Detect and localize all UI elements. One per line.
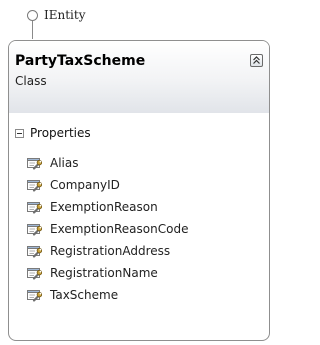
class-header[interactable]: PartyTaxScheme Class bbox=[9, 41, 269, 113]
property-wrench-icon bbox=[27, 290, 42, 302]
property-item[interactable]: RegistrationAddress bbox=[26, 240, 188, 262]
property-name: CompanyID bbox=[50, 178, 120, 192]
interface-circle bbox=[27, 10, 38, 21]
minus-box-icon[interactable] bbox=[15, 128, 24, 138]
property-wrench-icon bbox=[27, 180, 42, 192]
property-wrench-icon bbox=[27, 158, 42, 170]
property-name: TaxScheme bbox=[50, 288, 119, 302]
interface-label: IEntity bbox=[44, 8, 86, 22]
property-item[interactable]: CompanyID bbox=[26, 174, 188, 196]
class-name: PartyTaxScheme bbox=[15, 53, 146, 69]
property-name: RegistrationAddress bbox=[50, 244, 171, 258]
interface-connector-line bbox=[32, 21, 33, 39]
property-wrench-icon bbox=[27, 224, 42, 236]
property-name: ExemptionReason bbox=[50, 200, 158, 214]
property-item[interactable]: TaxScheme bbox=[26, 284, 188, 306]
property-item[interactable]: ExemptionReason bbox=[26, 196, 188, 218]
property-wrench-icon bbox=[27, 268, 42, 280]
property-name: RegistrationName bbox=[50, 266, 158, 280]
property-wrench-icon bbox=[27, 246, 42, 258]
property-name: ExemptionReasonCode bbox=[50, 222, 189, 236]
properties-list: Alias CompanyID ExemptionReason Exemptio… bbox=[26, 152, 188, 306]
properties-section-label: Properties bbox=[30, 126, 91, 140]
double-chevron-up-icon[interactable] bbox=[250, 54, 263, 67]
property-item[interactable]: RegistrationName bbox=[26, 262, 188, 284]
property-name: Alias bbox=[50, 156, 79, 170]
properties-section-header[interactable]: Properties bbox=[15, 126, 91, 140]
property-wrench-icon bbox=[27, 202, 42, 214]
class-kind: Class bbox=[15, 74, 47, 88]
property-item[interactable]: Alias bbox=[26, 152, 188, 174]
property-item[interactable]: ExemptionReasonCode bbox=[26, 218, 188, 240]
class-shape[interactable]: PartyTaxScheme Class Properties Alias Co… bbox=[8, 40, 270, 341]
